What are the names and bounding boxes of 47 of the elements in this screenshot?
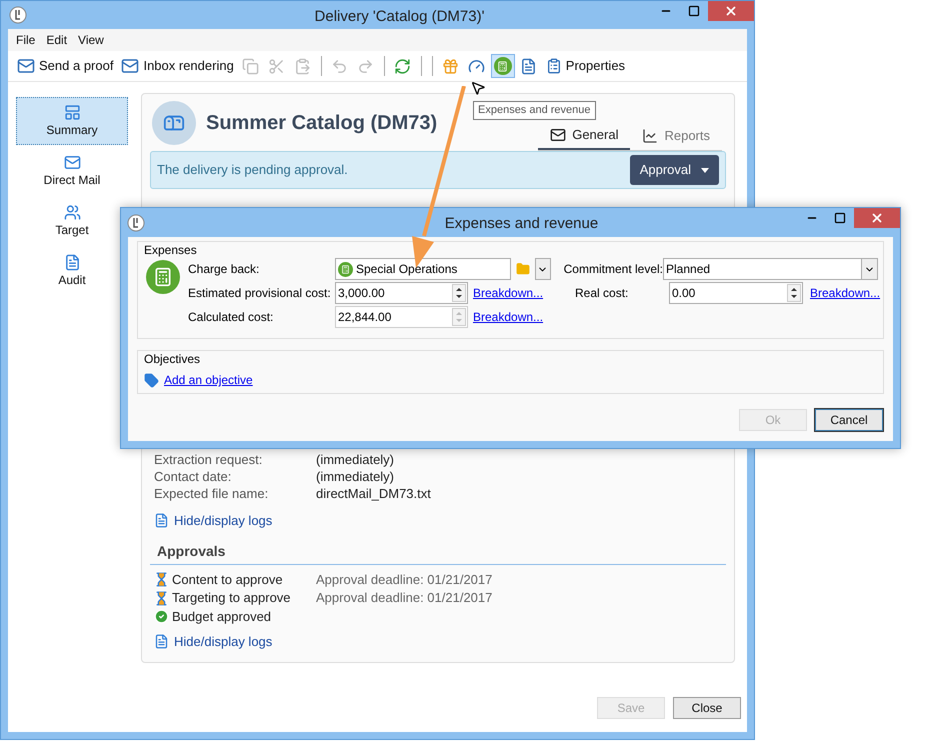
menu-item[interactable]: File — [12, 31, 40, 49]
sidebar-item[interactable]: Audit — [16, 247, 128, 295]
tooltip: Expenses and revenue — [473, 101, 596, 120]
sidebar-item[interactable]: Direct Mail — [16, 147, 128, 195]
estimated-cost-field[interactable]: 3,000.00 — [335, 282, 468, 304]
field-label: Extraction request: — [154, 451, 264, 468]
delivery-title: Summer Catalog (DM73) — [206, 111, 438, 136]
field-label: Expected file name: — [154, 485, 270, 502]
dialog-button[interactable]: Cancel — [815, 409, 883, 431]
footer-button[interactable]: Close — [673, 697, 741, 719]
menu-item[interactable]: Edit — [42, 31, 72, 49]
group-title: Expenses — [143, 242, 198, 258]
sidebar-item[interactable]: Target — [16, 197, 128, 245]
field-label: Charge back: — [188, 261, 260, 278]
field-label: Real cost: — [574, 285, 630, 302]
approval-deadline: Approval deadline: 01/21/2017 — [316, 589, 492, 607]
field-value: (immediately) — [316, 451, 396, 468]
group-title: Objectives — [144, 351, 202, 367]
field-value: directMail_DM73.txt — [316, 485, 432, 502]
section-title: Approvals — [156, 542, 226, 561]
approval-label: Budget approved — [172, 608, 272, 626]
real-cost-field[interactable]: 0.00 — [669, 282, 803, 304]
breakdown-link[interactable]: Breakdown... — [473, 284, 544, 302]
approval-label: Targeting to approve — [172, 589, 291, 607]
window-title: Delivery 'Catalog (DM73)' — [314, 7, 484, 27]
dialog-title: Expenses and revenue — [444, 214, 598, 234]
toolbar-button[interactable]: Inbox rendering — [118, 53, 237, 79]
logs-link[interactable]: Hide/display logs — [174, 632, 272, 652]
add-objective-link[interactable]: Add an objective — [164, 371, 253, 389]
commitment-select[interactable]: Planned — [663, 258, 878, 280]
charge-back-field[interactable]: Special Operations — [335, 258, 512, 280]
breakdown-link[interactable]: Breakdown... — [810, 284, 880, 302]
alert-text: The delivery is pending approval. — [157, 161, 348, 180]
field-value: (immediately) — [316, 468, 396, 485]
sidebar-item[interactable]: Summary — [16, 97, 128, 145]
toolbar-button[interactable]: Send a proof — [14, 53, 116, 79]
approval-deadline: Approval deadline: 01/21/2017 — [316, 570, 492, 589]
menu-item[interactable]: View — [74, 31, 108, 49]
tab[interactable]: Reports — [630, 122, 722, 150]
toolbar-button[interactable]: Properties — [542, 53, 628, 79]
approval-button[interactable]: Approval — [630, 155, 719, 185]
field-label: Commitment level: — [564, 261, 663, 278]
field-label: Calculated cost: — [188, 309, 274, 326]
approval-label: Content to approve — [172, 570, 283, 589]
field-label: Estimated provisional cost: — [188, 285, 332, 302]
field-label: Contact date: — [154, 468, 232, 485]
logs-link[interactable]: Hide/display logs — [174, 511, 272, 530]
